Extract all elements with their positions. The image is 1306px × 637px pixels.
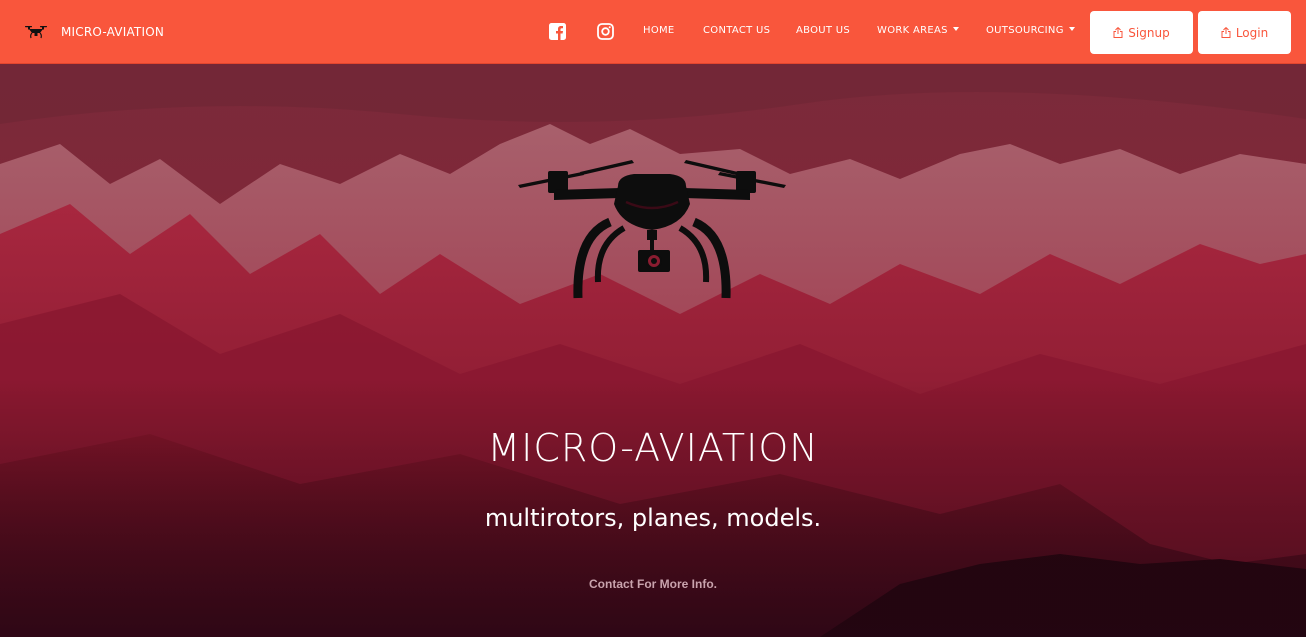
nav-outsourcing-label: OUTSOURCING	[986, 25, 1064, 36]
drone-icon	[25, 26, 47, 39]
instagram-link[interactable]	[594, 20, 616, 42]
brand-link[interactable]: MICRO-AVIATION	[24, 20, 164, 44]
nav-home[interactable]: HOME	[643, 25, 675, 36]
hero-subtitle: multirotors, planes, models.	[484, 504, 822, 532]
drone-logo-icon	[518, 160, 786, 299]
signup-button[interactable]: Signup	[1090, 11, 1193, 54]
nav-about-us[interactable]: ABOUT US	[796, 25, 850, 36]
nav-outsourcing[interactable]: OUTSOURCING	[986, 25, 1075, 36]
instagram-icon	[596, 22, 614, 40]
brand-name: MICRO-AVIATION	[61, 25, 165, 39]
share-icon	[1113, 27, 1123, 38]
mountain-background	[0, 64, 1306, 637]
nav-work-areas[interactable]: WORK AREAS	[877, 25, 959, 36]
navbar: MICRO-AVIATION HOME CONTACT US ABOUT US …	[0, 0, 1306, 64]
caret-down-icon	[1068, 27, 1075, 31]
hero-section: MICRO-AVIATION multirotors, planes, mode…	[0, 64, 1306, 637]
nav-contact-us[interactable]: CONTACT US	[703, 25, 770, 36]
nav-work-areas-label: WORK AREAS	[877, 25, 948, 36]
login-label: Login	[1235, 25, 1269, 40]
facebook-icon	[548, 22, 566, 40]
signup-label: Signup	[1128, 25, 1170, 40]
facebook-link[interactable]	[546, 20, 568, 42]
caret-down-icon	[952, 27, 959, 31]
share-icon	[1221, 27, 1231, 38]
login-button[interactable]: Login	[1198, 11, 1291, 54]
hero-title: MICRO-AVIATION	[487, 426, 819, 470]
contact-more-info-link[interactable]: Contact For More Info.	[0, 577, 1306, 591]
